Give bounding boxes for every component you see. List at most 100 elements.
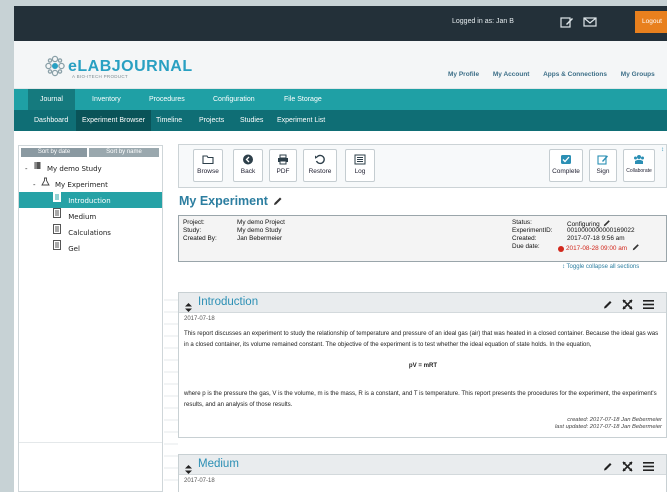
section-header[interactable]: Medium (179, 455, 666, 475)
experiment-toolbar: Browse Back PDF Restore Log Complete Sig… (178, 144, 667, 188)
tree-item-label: Gel (68, 245, 80, 253)
logged-in-text: Logged in as: Jan B (452, 18, 514, 25)
section-medium: Medium 2017-07-18 (178, 454, 667, 492)
tree-item-label: Calculations (68, 229, 111, 237)
created-meta: created: 2017-07-18 Jan Bebermeier (567, 417, 662, 423)
link-my-account[interactable]: My Account (493, 71, 530, 78)
document-icon (53, 240, 61, 256)
complete-button[interactable]: Complete (549, 149, 583, 182)
tree-item-label: Medium (68, 213, 97, 221)
app-window: Logged in as: Jan B Logout eLABJOURNAL A… (14, 6, 667, 492)
menu-icon[interactable] (642, 459, 654, 477)
experiment-tree-sidebar: Sort by date Sort by name - My demo Stud… (18, 145, 163, 492)
experiment-tree: - My demo Study - My Experiment Introduc… (19, 160, 162, 256)
subtab-experiment-list[interactable]: Experiment List (277, 110, 325, 131)
document-icon (53, 192, 61, 208)
alert-icon (558, 245, 564, 252)
section-text[interactable]: This report discusses an experiment to s… (184, 328, 662, 350)
notebook-ruling (164, 299, 178, 481)
section-header[interactable]: Introduction (179, 293, 666, 313)
link-my-groups[interactable]: My Groups (621, 71, 655, 78)
created-by-label: Created By: (183, 235, 217, 242)
tab-file-storage[interactable]: File Storage (284, 89, 322, 110)
restore-button[interactable]: Restore (303, 149, 337, 182)
mail-icon[interactable] (582, 15, 598, 29)
collaborate-button[interactable]: Collaborate (623, 149, 655, 182)
menu-icon[interactable] (642, 297, 654, 315)
sort-by-date-button[interactable]: Sort by date (21, 148, 87, 157)
sign-button[interactable]: Sign (589, 149, 617, 182)
sort-caret-icon[interactable] (185, 461, 192, 479)
project-value[interactable]: My demo Project (237, 219, 285, 227)
link-my-profile[interactable]: My Profile (448, 71, 479, 78)
logout-button[interactable]: Logout (635, 11, 667, 33)
flask-icon (41, 176, 50, 192)
section-title: Medium (198, 458, 239, 470)
section-introduction: Introduction 2017-07-18 This report disc… (178, 292, 667, 438)
secondary-nav: Dashboard Experiment Browser Timeline Pr… (14, 110, 667, 131)
sign-icon (597, 154, 609, 165)
top-links: My Profile My Account Apps & Connections… (448, 71, 667, 78)
brand-bar: eLABJOURNAL A BIO-ITECH PRODUCT My Profi… (14, 41, 667, 89)
edit-due-date-icon[interactable] (632, 243, 640, 254)
tab-inventory[interactable]: Inventory (92, 89, 121, 110)
experiment-title: My Experiment (179, 194, 283, 209)
expand-icon[interactable] (622, 459, 634, 477)
tab-journal[interactable]: Journal (28, 89, 75, 110)
tree-item-gel[interactable]: Gel (19, 240, 162, 256)
project-label: Project: (183, 219, 205, 226)
section-text[interactable]: where p is the pressure the gas, V is th… (184, 388, 662, 410)
group-icon (633, 154, 645, 165)
section-date: 2017-07-18 (184, 478, 215, 484)
log-icon (354, 154, 366, 165)
restore-icon (314, 154, 326, 165)
edit-icon[interactable] (603, 459, 613, 477)
sort-caret-icon[interactable] (185, 299, 192, 317)
tree-item-study[interactable]: - My demo Study (19, 160, 162, 176)
edit-title-icon[interactable] (273, 195, 283, 209)
sidebar-divider (19, 442, 162, 443)
pdf-button[interactable]: PDF (269, 149, 297, 182)
toolbar-toggle-icon[interactable]: ↕ (661, 147, 664, 153)
due-date-label: Due date: (512, 243, 540, 250)
back-button[interactable]: Back (233, 149, 263, 182)
study-value[interactable]: My demo Study (237, 227, 281, 235)
tab-procedures[interactable]: Procedures (149, 89, 185, 110)
top-bar: Logged in as: Jan B Logout (14, 6, 667, 41)
subtab-projects[interactable]: Projects (199, 110, 224, 131)
sort-by-name-button[interactable]: Sort by name (89, 148, 159, 157)
tree-item-experiment[interactable]: - My Experiment (19, 176, 162, 192)
toggle-collapse-all-link[interactable]: ↕ Toggle collapse all sections (562, 264, 639, 270)
subtab-studies[interactable]: Studies (240, 110, 263, 131)
document-icon (53, 208, 61, 224)
edit-icon[interactable] (559, 15, 575, 29)
collapse-icon[interactable]: - (25, 165, 28, 173)
section-title: Introduction (198, 296, 259, 308)
experiment-id-value: 0010000000000169022 (567, 227, 635, 234)
tree-item-calculations[interactable]: Calculations (19, 224, 162, 240)
tree-item-medium[interactable]: Medium (19, 208, 162, 224)
primary-nav: Journal Inventory Procedures Configurati… (14, 89, 667, 110)
status-label: Status: (512, 219, 532, 226)
edit-icon[interactable] (603, 297, 613, 315)
print-icon (277, 154, 289, 165)
section-formula: pV = mRT (408, 362, 438, 369)
check-icon (560, 154, 572, 165)
expand-icon[interactable] (622, 297, 634, 315)
tree-item-introduction[interactable]: Introduction (19, 192, 162, 208)
elab-logo-subtitle: A BIO-ITECH PRODUCT (72, 74, 128, 79)
tab-configuration[interactable]: Configuration (213, 89, 255, 110)
experiment-id-label: ExperimentID: (512, 227, 553, 234)
subtab-dashboard[interactable]: Dashboard (34, 110, 68, 131)
updated-meta: last updated: 2017-07-18 Jan Bebermeier (555, 424, 662, 430)
subtab-timeline[interactable]: Timeline (156, 110, 182, 131)
created-by-value: Jan Bebermeier (237, 235, 283, 242)
experiment-info-box: Project: My demo Project Study: My demo … (178, 215, 667, 262)
section-date: 2017-07-18 (184, 316, 215, 322)
collapse-icon[interactable]: - (33, 181, 36, 189)
back-arrow-icon (242, 154, 254, 165)
link-apps-connections[interactable]: Apps & Connections (543, 71, 607, 78)
subtab-experiment-browser[interactable]: Experiment Browser (76, 110, 152, 131)
log-button[interactable]: Log (345, 149, 375, 182)
browse-button[interactable]: Browse (193, 149, 223, 182)
